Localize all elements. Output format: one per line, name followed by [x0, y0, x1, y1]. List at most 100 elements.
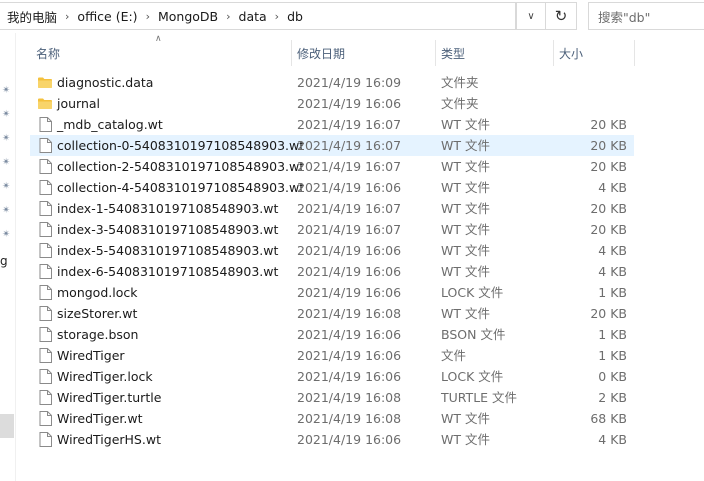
breadcrumb-item-data[interactable]: data [239, 9, 267, 24]
file-date: 2021/4/19 16:07 [297, 159, 402, 174]
file-type: WT 文件 [441, 117, 490, 132]
file-type: WT 文件 [441, 411, 490, 426]
file-name: WiredTiger.wt [57, 411, 143, 426]
file-row[interactable]: index-3-5408310197108548903.wt 2021/4/19 … [30, 219, 634, 240]
file-name: diagnostic.data [57, 75, 154, 90]
file-date: 2021/4/19 16:06 [297, 264, 402, 279]
file-row[interactable]: index-6-5408310197108548903.wt 2021/4/19 … [30, 261, 634, 282]
file-type: LOCK 文件 [441, 285, 504, 300]
file-type: WT 文件 [441, 180, 490, 195]
file-icon [39, 411, 52, 426]
file-row[interactable]: WiredTiger.lock 2021/4/19 16:06 LOCK 文件 0 K… [30, 366, 634, 387]
file-type: 文件夹 [441, 96, 479, 111]
file-row[interactable]: collection-0-5408310197108548903.wt 2021/… [30, 135, 634, 156]
file-type: 文件 [441, 348, 467, 363]
pin-icon[interactable]: ✴ [2, 158, 12, 168]
file-size: 0 KB [598, 369, 627, 384]
file-icon [39, 306, 52, 321]
file-name: index-3-5408310197108548903.wt [57, 222, 279, 237]
file-icon [39, 327, 52, 342]
file-icon [39, 138, 52, 153]
file-size: 20 KB [590, 117, 627, 132]
file-name: storage.bson [57, 327, 139, 342]
file-name: collection-4-5408310197108548903.wt [57, 180, 305, 195]
breadcrumb-item-db[interactable]: db [287, 9, 303, 24]
file-type: WT 文件 [441, 222, 490, 237]
file-row[interactable]: collection-2-5408310197108548903.wt 2021/… [30, 156, 634, 177]
file-name: journal [57, 96, 101, 111]
file-type: WT 文件 [441, 138, 490, 153]
file-row[interactable]: WiredTiger.turtle 2021/4/19 16:08 TURTLE 文… [30, 387, 634, 408]
column-header-name[interactable]: 名称 [30, 40, 291, 66]
folder-icon [38, 77, 52, 88]
file-icon [39, 285, 52, 300]
chevron-right-icon[interactable]: › [146, 10, 150, 23]
file-size: 2 KB [598, 390, 627, 405]
file-row[interactable]: _mdb_catalog.wt 2021/4/19 16:07 WT 文件 20 KB [30, 114, 634, 135]
column-resize-handle[interactable] [634, 40, 635, 66]
file-date: 2021/4/19 16:08 [297, 390, 402, 405]
file-type: BSON 文件 [441, 327, 506, 342]
file-name: _mdb_catalog.wt [57, 117, 163, 132]
file-icon [39, 201, 52, 216]
file-size: 4 KB [598, 432, 627, 447]
pin-icon[interactable]: ✴ [2, 230, 12, 240]
file-date: 2021/4/19 16:06 [297, 180, 402, 195]
pin-icon[interactable]: ✴ [2, 86, 12, 96]
file-row[interactable]: mongod.lock 2021/4/19 16:06 LOCK 文件 1 KB [30, 282, 634, 303]
chevron-right-icon[interactable]: › [65, 10, 69, 23]
pin-icon[interactable]: ✴ [2, 206, 12, 216]
file-size: 20 KB [590, 222, 627, 237]
column-header-name-label: 名称 [36, 46, 61, 61]
file-row[interactable]: WiredTiger 2021/4/19 16:06 文件 1 KB [30, 345, 634, 366]
file-row[interactable]: WiredTiger.wt 2021/4/19 16:08 WT 文件 68 KB [30, 408, 634, 429]
file-icon [39, 369, 52, 384]
file-name: mongod.lock [57, 285, 138, 300]
address-history-button[interactable]: ∨ [516, 2, 546, 30]
file-row[interactable]: sizeStorer.wt 2021/4/19 16:08 WT 文件 20 KB [30, 303, 634, 324]
file-date: 2021/4/19 16:07 [297, 201, 402, 216]
file-date: 2021/4/19 16:09 [297, 75, 402, 90]
file-row[interactable]: storage.bson 2021/4/19 16:06 BSON 文件 1 KB [30, 324, 634, 345]
breadcrumb-item-computer[interactable]: 我的电脑 [7, 7, 57, 26]
file-icon [39, 243, 52, 258]
file-name: index-5-5408310197108548903.wt [57, 243, 279, 258]
file-size: 20 KB [590, 306, 627, 321]
column-header-date[interactable]: 修改日期 [291, 40, 435, 66]
breadcrumb-item-drive[interactable]: office (E:) [77, 9, 137, 24]
nav-pane-divider[interactable] [15, 33, 16, 481]
file-row[interactable]: journal 2021/4/19 16:06 文件夹 [30, 93, 634, 114]
column-header-type[interactable]: 类型 [435, 40, 553, 66]
column-header-size[interactable]: 大小 [553, 40, 634, 66]
file-date: 2021/4/19 16:06 [297, 243, 402, 258]
file-size: 20 KB [590, 159, 627, 174]
chevron-right-icon[interactable]: › [226, 10, 230, 23]
file-row[interactable]: WiredTigerHS.wt 2021/4/19 16:06 WT 文件 4 KB [30, 429, 634, 450]
file-type: TURTLE 文件 [441, 390, 518, 405]
file-date: 2021/4/19 16:06 [297, 285, 402, 300]
file-size: 68 KB [590, 411, 627, 426]
file-date: 2021/4/19 16:08 [297, 411, 402, 426]
search-input[interactable]: 搜索"db" [588, 2, 704, 30]
pin-icon[interactable]: ✴ [2, 134, 12, 144]
file-type: WT 文件 [441, 243, 490, 258]
folder-icon [38, 98, 52, 109]
nav-item-selected[interactable] [0, 414, 14, 438]
nav-item-partial-label[interactable]: g [0, 254, 8, 268]
file-date: 2021/4/19 16:06 [297, 96, 402, 111]
refresh-button[interactable]: ↻ [546, 2, 577, 30]
file-type: WT 文件 [441, 264, 490, 279]
pin-icon[interactable]: ✴ [2, 110, 12, 120]
file-row[interactable]: collection-4-5408310197108548903.wt 2021/… [30, 177, 634, 198]
pin-icon[interactable]: ✴ [2, 182, 12, 192]
file-type: WT 文件 [441, 201, 490, 216]
file-row[interactable]: index-5-5408310197108548903.wt 2021/4/19 … [30, 240, 634, 261]
breadcrumb-item-mongodb[interactable]: MongoDB [158, 9, 218, 24]
address-bar-row: 我的电脑 › office (E:) › MongoDB › data › db… [0, 0, 704, 33]
breadcrumb[interactable]: 我的电脑 › office (E:) › MongoDB › data › db [0, 2, 516, 30]
chevron-right-icon[interactable]: › [275, 10, 279, 23]
file-row[interactable]: index-1-5408310197108548903.wt 2021/4/19 … [30, 198, 634, 219]
file-icon [39, 390, 52, 405]
file-icon [39, 264, 52, 279]
file-row[interactable]: diagnostic.data 2021/4/19 16:09 文件夹 [30, 72, 634, 93]
